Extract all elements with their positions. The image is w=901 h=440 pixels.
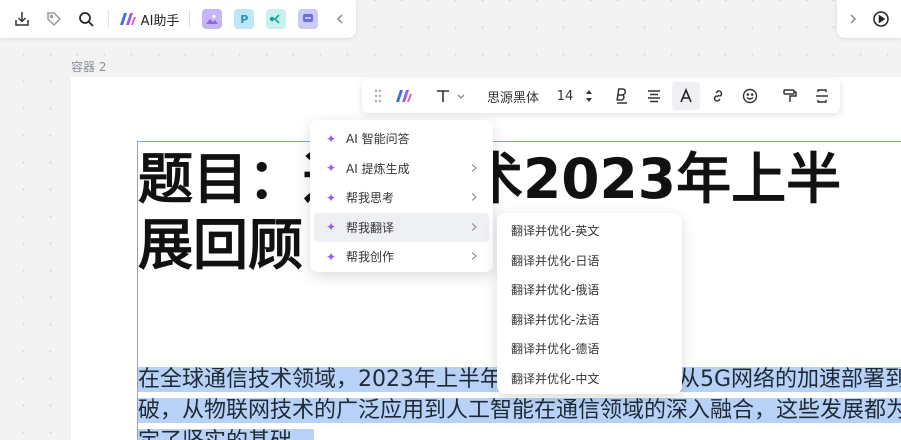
- ai-format-button[interactable]: [390, 82, 418, 110]
- font-family-select[interactable]: 思源黑体: [482, 82, 544, 110]
- chevron-left-icon: [337, 14, 343, 24]
- p-app-icon: P: [240, 12, 249, 26]
- search-button[interactable]: [70, 3, 102, 35]
- ai-menu-item-qa[interactable]: ✦ AI 智能问答: [314, 124, 489, 154]
- chevron-right-icon: [471, 222, 477, 231]
- ai-menu-item-translate[interactable]: ✦ 帮我翻译: [314, 212, 489, 242]
- import-button[interactable]: [6, 3, 38, 35]
- mindmap-icon: [270, 14, 280, 24]
- drag-handle-icon: [374, 89, 382, 103]
- text-style-button[interactable]: [430, 82, 470, 110]
- align-center-icon: [648, 90, 660, 103]
- format-painter-icon: [783, 89, 797, 102]
- chevron-right-icon: [471, 252, 477, 260]
- ai-menu-item-label: 帮我思考: [346, 191, 395, 206]
- body-line-2: 破，从物联网技术的广泛应用到人工智能在通信领域的深入融合，这些发展都为未: [138, 398, 901, 423]
- toolbar-divider: [107, 10, 109, 28]
- drag-handle[interactable]: [370, 82, 386, 110]
- text-type-icon: [436, 90, 449, 102]
- image-app-button[interactable]: [202, 9, 223, 29]
- font-size-stepper[interactable]: [582, 82, 596, 110]
- container-label: 容器 2: [71, 60, 107, 74]
- title-line-1: 题目：通信技术2023年上半: [138, 146, 901, 212]
- ai-menu-item-label: 帮我创作: [346, 250, 395, 265]
- translate-english-item[interactable]: 翻译并优化-英文: [501, 216, 678, 246]
- expand-toolbar-button[interactable]: [841, 3, 865, 35]
- translate-japanese-item[interactable]: 翻译并优化-日语: [501, 246, 678, 276]
- chevron-right-icon: [850, 14, 857, 24]
- chat-icon: [303, 14, 314, 22]
- translate-submenu: 翻译并优化-英文 翻译并优化-日语 翻译并优化-俄语 翻译并优化-法语 翻译并优…: [497, 213, 682, 394]
- emoji-icon: [742, 88, 758, 104]
- ai-logo-icon: [119, 13, 136, 25]
- sparkle-icon: ✦: [326, 131, 337, 146]
- sparkle-icon: ✦: [326, 220, 337, 235]
- p-app-button[interactable]: P: [234, 9, 255, 29]
- ai-menu: ✦ AI 智能问答 ✦ AI 提炼生成 ✦ 帮我思考 ✦ 帮我翻译 ✦ 帮我创作: [310, 120, 493, 272]
- ai-menu-item-label: 帮我翻译: [346, 220, 395, 235]
- format-painter-button[interactable]: [776, 82, 804, 110]
- text-color-button[interactable]: [672, 82, 700, 110]
- translate-french-item[interactable]: 翻译并优化-法语: [501, 305, 678, 335]
- stepper-arrows-icon: [586, 90, 592, 102]
- download-icon: [15, 12, 29, 26]
- collapse-toolbar-button[interactable]: [324, 3, 356, 35]
- translate-chinese-item[interactable]: 翻译并优化-中文: [501, 364, 678, 394]
- strikethrough-button[interactable]: [808, 82, 836, 110]
- ai-menu-item-think[interactable]: ✦ 帮我思考: [314, 183, 489, 213]
- ai-menu-item-label: AI 智能问答: [346, 132, 410, 147]
- present-button[interactable]: [865, 3, 897, 35]
- text-color-icon: [680, 88, 692, 103]
- ai-assistant-label: AI助手: [140, 13, 180, 29]
- chat-app-button[interactable]: [298, 9, 319, 29]
- strikethrough-icon: [816, 89, 828, 103]
- body-line-3: 定了坚实的基础。: [138, 429, 315, 440]
- ai-logo-icon: [396, 90, 412, 102]
- ai-menu-item-label: AI 提炼生成: [346, 161, 410, 176]
- emoji-button[interactable]: [736, 82, 764, 110]
- sparkle-icon: ✦: [326, 161, 337, 176]
- top-toolbar: AI助手 P: [0, 0, 356, 38]
- tag-button[interactable]: [38, 3, 70, 35]
- ai-assistant-button[interactable]: AI助手: [115, 3, 184, 35]
- right-toolbar: [837, 0, 901, 38]
- mindmap-app-button[interactable]: [266, 9, 287, 29]
- align-button[interactable]: [640, 82, 668, 110]
- ai-menu-item-extract[interactable]: ✦ AI 提炼生成: [314, 154, 489, 184]
- search-icon: [78, 12, 94, 27]
- link-button[interactable]: [704, 82, 732, 110]
- translate-german-item[interactable]: 翻译并优化-德语: [501, 334, 678, 364]
- format-toolbar: 思源黑体 14: [362, 79, 840, 113]
- link-icon: [713, 90, 723, 102]
- translate-russian-item[interactable]: 翻译并优化-俄语: [501, 275, 678, 305]
- bold-button[interactable]: [608, 82, 636, 110]
- sparkle-icon: ✦: [326, 249, 337, 264]
- chevron-right-icon: [471, 193, 477, 201]
- ai-menu-item-create[interactable]: ✦ 帮我创作: [314, 242, 489, 272]
- play-icon: [873, 11, 889, 27]
- image-icon: [206, 14, 219, 24]
- chevron-right-icon: [471, 163, 477, 172]
- chevron-down-icon: [457, 94, 464, 99]
- toolbar-divider: [189, 10, 191, 28]
- font-size-value[interactable]: 14: [552, 82, 578, 110]
- tag-icon: [47, 12, 61, 27]
- sparkle-icon: ✦: [326, 190, 337, 205]
- bold-underline-icon: [616, 88, 627, 104]
